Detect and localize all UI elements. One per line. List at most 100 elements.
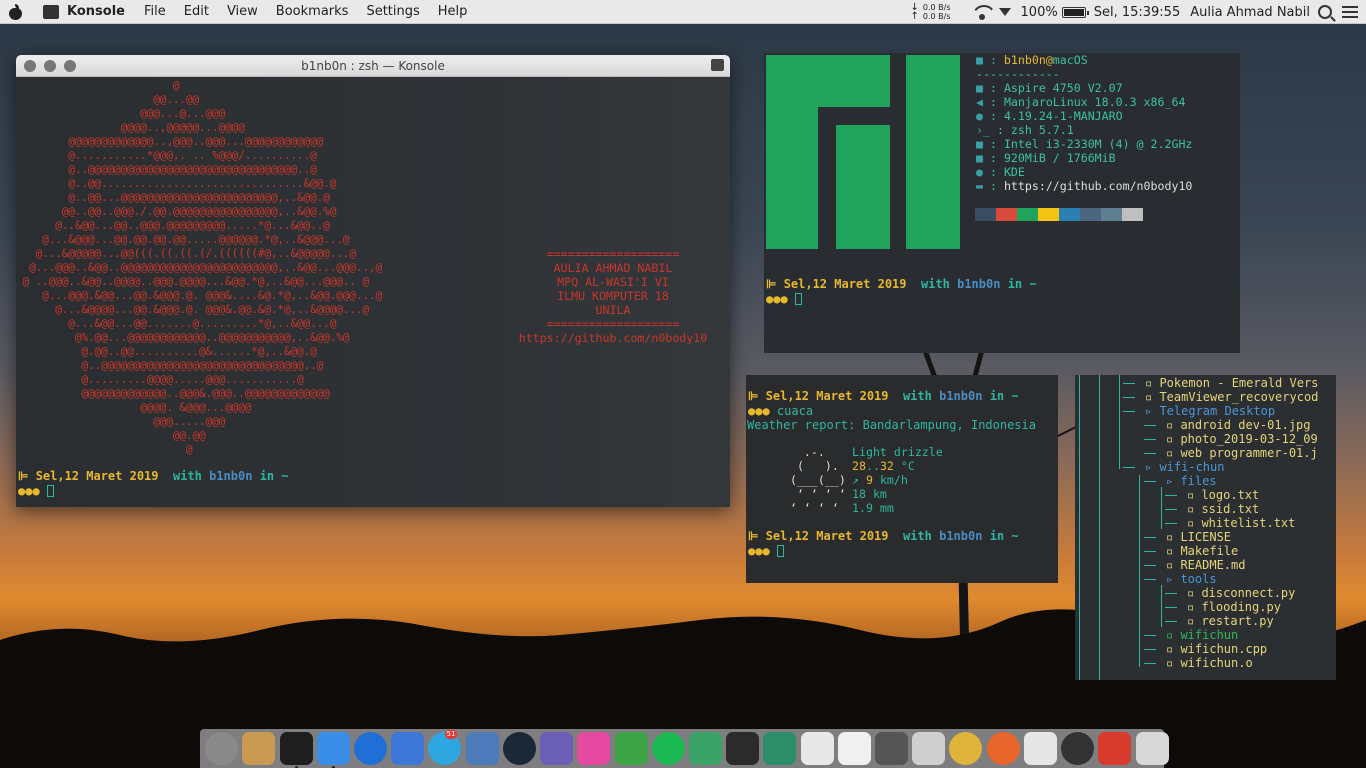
spotify-icon[interactable] xyxy=(651,732,685,765)
tree-connector xyxy=(1144,453,1156,454)
tool-icon[interactable] xyxy=(688,732,722,765)
color-palette xyxy=(975,208,1143,221)
file-icon: ▫ xyxy=(1145,376,1160,390)
image-editor-icon[interactable] xyxy=(912,732,946,765)
prompt-date: Sel,12 Maret 2019 xyxy=(765,529,889,543)
network-speed[interactable]: ↓ ↑ 0.0 B/s 0.0 B/s xyxy=(910,2,951,22)
finder-icon[interactable] xyxy=(316,732,350,768)
tree-file: ▫ LICENSE xyxy=(1166,530,1231,544)
tree-file: ▫ whitelist.txt xyxy=(1187,516,1295,530)
steam-icon[interactable] xyxy=(502,732,536,765)
prompt-line: ⊫ Sel,12 Maret 2019 with b1nb0n in ~ xyxy=(18,469,289,484)
preview-icon[interactable] xyxy=(465,732,499,765)
firefox-icon[interactable] xyxy=(986,732,1020,765)
prompt-date: Sel,12 Maret 2019 xyxy=(765,389,889,403)
weather-terminal[interactable]: ⊫ Sel,12 Maret 2019 with b1nb0n in ~ ●●●… xyxy=(746,375,1058,583)
document-icon[interactable] xyxy=(800,732,834,765)
file-icon: ▫ xyxy=(1166,544,1181,558)
file-icon: ▫ xyxy=(1166,628,1181,642)
prompt-date: Sel,12 Maret 2019 xyxy=(783,277,907,291)
input-line[interactable]: ●●● xyxy=(766,292,802,307)
up-down-arrow-icon: ↓ ↑ xyxy=(910,2,919,22)
app-name-menu[interactable]: Konsole xyxy=(67,4,135,19)
folder-pink-icon[interactable] xyxy=(577,732,611,765)
clock[interactable]: Sel, 15:39:55 xyxy=(1094,5,1181,20)
notes-icon[interactable] xyxy=(837,732,871,765)
konsole-window[interactable]: b1nb0n : zsh — Konsole @ @@...@@ @@@...@… xyxy=(16,55,730,507)
plant-icon[interactable] xyxy=(763,732,797,765)
input-line[interactable]: ●●● xyxy=(18,484,54,499)
menu-edit[interactable]: Edit xyxy=(175,4,218,19)
tree-entry-name: web programmer-01.j xyxy=(1180,446,1318,460)
file-icon: ▫ xyxy=(1187,586,1202,600)
app-red-icon[interactable] xyxy=(1098,732,1132,765)
volume-dropdown-icon[interactable] xyxy=(998,8,1011,16)
archive-icon[interactable] xyxy=(242,732,276,765)
input-line[interactable]: ●●● xyxy=(748,544,784,559)
apple-icon[interactable] xyxy=(7,3,25,20)
tree-connector xyxy=(1165,621,1177,622)
tree-file: ▫ TeamViewer_recoverycod xyxy=(1145,390,1318,404)
terminal-icon[interactable] xyxy=(279,732,313,768)
konsole-titlebar[interactable]: b1nb0n : zsh — Konsole xyxy=(16,55,730,77)
text-cursor xyxy=(46,485,54,497)
prompt-user: b1nb0n xyxy=(209,469,253,483)
tree-file: ▫ flooding.py xyxy=(1187,600,1281,614)
wind-unit: km/h xyxy=(879,473,908,487)
tree-connector xyxy=(1165,593,1177,594)
tree-file: ▫ README.md xyxy=(1166,558,1245,572)
game-console-icon[interactable] xyxy=(540,732,574,765)
user-name[interactable]: Aulia Ahmad Nabil xyxy=(1190,5,1310,20)
spotlight-search-icon[interactable] xyxy=(1318,5,1332,19)
app-grey-icon[interactable] xyxy=(1135,732,1169,765)
sublime-icon[interactable] xyxy=(726,732,760,765)
system-preferences-icon[interactable] xyxy=(205,732,239,765)
prompt-in: in xyxy=(259,469,275,483)
weather-data: Light drizzle 28..32 °C ↗ 9 km/h 18 km 1… xyxy=(852,445,943,515)
wind-speed: 9 xyxy=(865,473,873,487)
file-icon: ▫ xyxy=(1166,432,1181,446)
tree-file: ▫ wifichun.cpp xyxy=(1166,642,1267,656)
wifi-icon[interactable] xyxy=(971,5,993,20)
menu-bookmarks[interactable]: Bookmarks xyxy=(267,4,358,19)
neofetch-terminal[interactable]: ■ : b1nb0n@macOS ------------ ■ : Aspire… xyxy=(764,53,1240,353)
terminal-body[interactable]: @ @@...@@ @@@...@...@@@ @@@@..,@@@@@...@… xyxy=(16,77,730,507)
chrome-icon[interactable] xyxy=(949,732,983,765)
author-info: =================== AULIA AHMAD NABIL MPQ … xyxy=(498,247,728,345)
photos-icon[interactable] xyxy=(1023,732,1057,765)
app-store-icon[interactable] xyxy=(391,732,425,765)
user-icon: ■ : xyxy=(976,53,1004,67)
battery-percent[interactable]: 100% xyxy=(1021,5,1058,20)
download-icon[interactable] xyxy=(614,732,648,765)
menu-view[interactable]: View xyxy=(218,4,267,19)
menu-help[interactable]: Help xyxy=(429,4,477,19)
notification-center-icon[interactable] xyxy=(1342,6,1358,18)
prompt-dots: ●●● xyxy=(766,292,788,306)
file-icon: ▫ xyxy=(1166,642,1181,656)
info-link[interactable]: https://github.com/n0body10 xyxy=(498,331,728,345)
battery-icon[interactable] xyxy=(1061,6,1089,18)
teamviewer-icon[interactable] xyxy=(353,732,387,765)
weather-condition: Light drizzle xyxy=(852,445,943,459)
palette-swatch xyxy=(1038,208,1059,221)
nf-cpu: Intel i3-2330M (4) @ 2.2GHz xyxy=(1003,137,1193,151)
window-menu-icon[interactable] xyxy=(711,59,724,71)
tree-entry-name: README.md xyxy=(1180,558,1246,572)
menu-settings[interactable]: Settings xyxy=(357,4,428,19)
file-tree-terminal[interactable]: ▫ Pokemon - Emerald Vers ▫ TeamViewer_rec… xyxy=(1075,375,1336,680)
activity-monitor-icon[interactable] xyxy=(1061,732,1095,765)
command-line: ●●● cuaca xyxy=(748,404,813,419)
prompt-arrow-icon: ⊫ xyxy=(18,469,36,483)
tree-file: ▫ disconnect.py xyxy=(1187,586,1295,600)
tree-entry-name: whitelist.txt xyxy=(1201,516,1296,530)
tree-file: ▫ Makefile xyxy=(1166,544,1238,558)
file-icon: ▫ xyxy=(1166,446,1181,460)
arrow-icon[interactable] xyxy=(875,732,909,765)
tree-entry-name: android dev-01.jpg xyxy=(1180,418,1311,432)
folder-icon: ▹ xyxy=(1166,474,1181,488)
telegram-icon[interactable]: 51 xyxy=(428,730,462,765)
manjaro-logo xyxy=(766,55,962,249)
tree-file: ▫ wifichun.o xyxy=(1166,656,1253,670)
menu-file[interactable]: File xyxy=(135,4,175,19)
file-icon: ▫ xyxy=(1166,656,1181,670)
